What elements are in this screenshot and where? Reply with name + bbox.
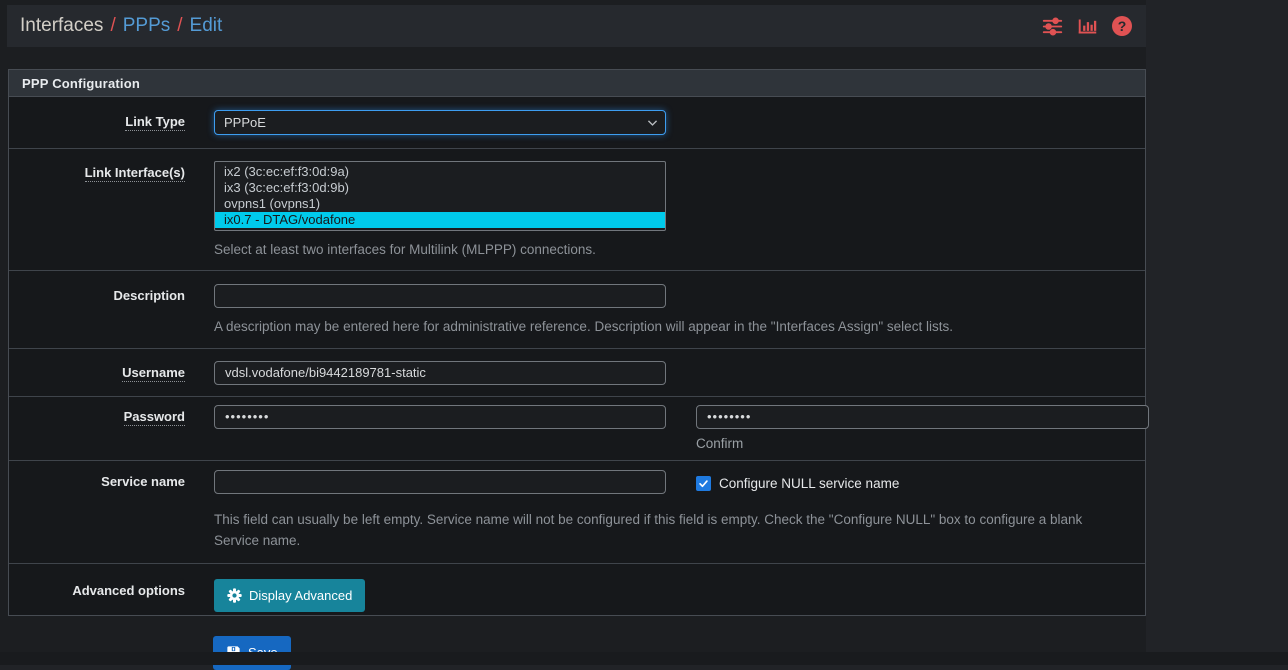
link-type-select[interactable]: PPPoE (214, 110, 666, 135)
row-service-name: Service name Configure NULL service name (9, 461, 1145, 564)
listbox-option-selected[interactable]: ix0.7 - DTAG/vodafone (215, 212, 665, 228)
gear-icon (227, 588, 242, 603)
check-icon (698, 478, 709, 489)
breadcrumb-separator: / (177, 15, 182, 37)
service-name-label: Service name (9, 470, 185, 552)
password-confirm-input[interactable] (696, 405, 1149, 429)
ppp-configuration-panel: PPP Configuration Link Type PPPoE (8, 69, 1146, 616)
listbox-option[interactable]: ix2 (3c:ec:ef:f3:0d:9a) (215, 164, 665, 180)
description-help: A description may be entered here for ad… (214, 317, 1145, 338)
sliders-icon[interactable] (1042, 16, 1063, 37)
link-interfaces-help: Select at least two interfaces for Multi… (214, 240, 1145, 261)
row-description: Description A description may be entered… (9, 271, 1145, 349)
password-label: Password (9, 405, 185, 451)
configure-null-checkbox[interactable] (696, 476, 711, 491)
footer-bar (0, 652, 1288, 665)
password-input[interactable] (214, 405, 666, 429)
content-column: Interfaces / PPPs / Edit (0, 0, 1146, 652)
row-link-interfaces: Link Interface(s) ix2 (3c:ec:ef:f3:0d:9a… (9, 149, 1145, 271)
username-input[interactable] (214, 361, 666, 385)
service-name-help: This field can usually be left empty. Se… (214, 510, 1119, 552)
row-link-type: Link Type PPPoE (9, 97, 1145, 149)
breadcrumb-link-edit[interactable]: Edit (190, 15, 223, 37)
password-confirm-label: Confirm (696, 436, 1149, 451)
breadcrumb: Interfaces / PPPs / Edit (20, 15, 222, 37)
description-input[interactable] (214, 284, 666, 308)
row-advanced-options: Advanced options (9, 564, 1145, 615)
username-label: Username (9, 361, 185, 385)
breadcrumb-section: Interfaces (20, 15, 103, 37)
advanced-options-label: Advanced options (9, 579, 185, 612)
panel-body: Link Type PPPoE Link Interfac (9, 97, 1145, 615)
display-advanced-button[interactable]: Display Advanced (214, 579, 365, 612)
link-type-label: Link Type (9, 110, 185, 135)
service-name-input[interactable] (214, 470, 666, 494)
topbar-icons: ? (1042, 16, 1132, 37)
panel-title: PPP Configuration (9, 70, 1145, 97)
breadcrumb-link-ppps[interactable]: PPPs (123, 15, 171, 37)
breadcrumb-bar: Interfaces / PPPs / Edit (7, 5, 1146, 47)
link-interfaces-label: Link Interface(s) (9, 161, 185, 261)
row-username: Username (9, 349, 1145, 397)
display-advanced-label: Display Advanced (249, 588, 352, 603)
row-password: Password Confirm (9, 397, 1145, 461)
configure-null-checkbox-group: Configure NULL service name (696, 470, 899, 494)
link-interfaces-listbox[interactable]: ix2 (3c:ec:ef:f3:0d:9a) ix3 (3c:ec:ef:f3… (214, 161, 666, 231)
breadcrumb-separator: / (110, 15, 115, 37)
configure-null-checkbox-label[interactable]: Configure NULL service name (719, 476, 899, 491)
listbox-option[interactable]: ix3 (3c:ec:ef:f3:0d:9b) (215, 180, 665, 196)
chart-bar-icon[interactable] (1077, 16, 1098, 37)
listbox-option[interactable]: ovpns1 (ovpns1) (215, 196, 665, 212)
description-label: Description (9, 284, 185, 338)
help-icon[interactable]: ? (1112, 16, 1132, 36)
